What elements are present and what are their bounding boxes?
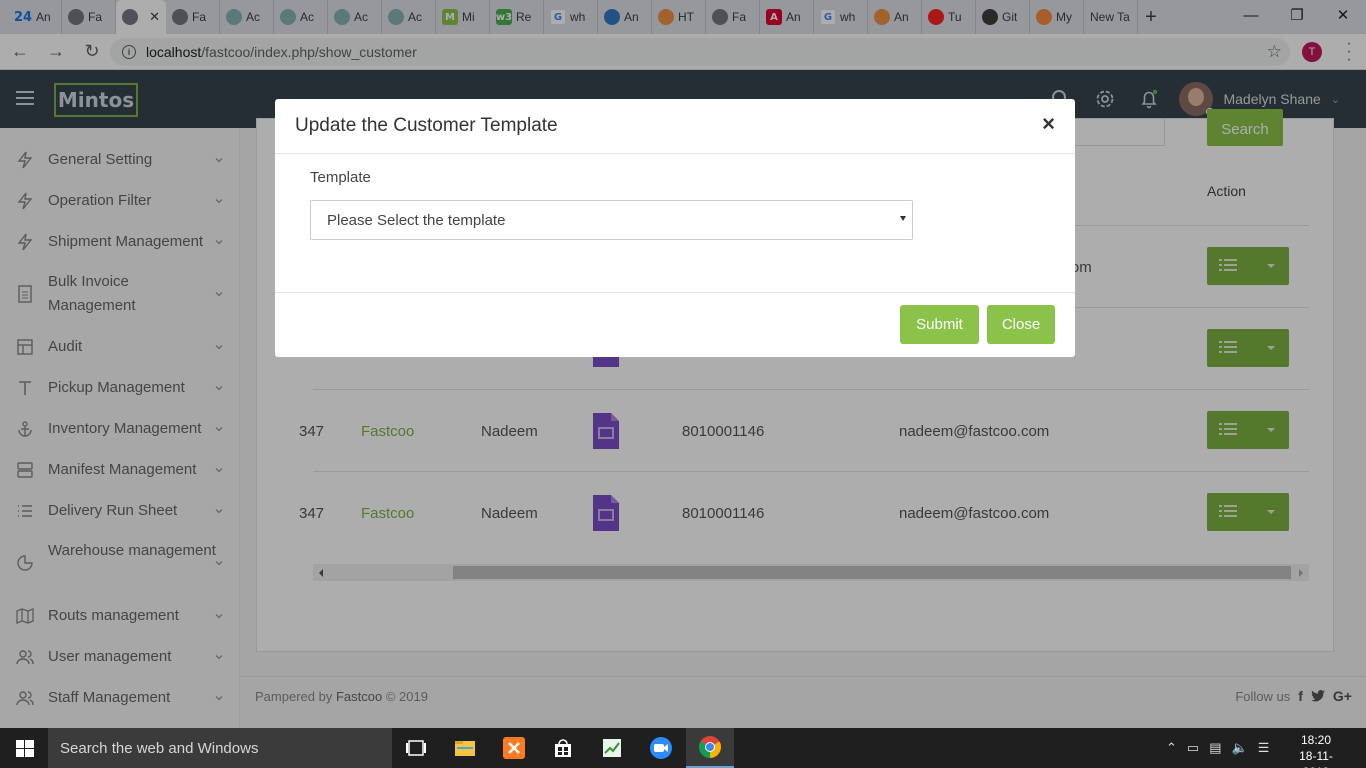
submit-button[interactable]: Submit bbox=[900, 305, 979, 344]
template-select[interactable]: Please Select the template bbox=[310, 200, 913, 240]
clock-time: 18:20 bbox=[1300, 733, 1332, 747]
xampp-icon[interactable] bbox=[490, 728, 538, 768]
windows-taskbar: Search the web and Windows ⌃ ▭ ▤ 🔈 ☰ 18:… bbox=[0, 728, 1366, 768]
network-icon[interactable]: ▤ bbox=[1209, 740, 1221, 756]
clock-date: 18-11-2019 bbox=[1299, 749, 1333, 768]
file-explorer-icon[interactable] bbox=[441, 728, 489, 768]
modal-header-divider bbox=[275, 153, 1075, 154]
template-select-value: Please Select the template bbox=[327, 211, 506, 229]
windows-start-icon[interactable] bbox=[16, 740, 34, 757]
modal-close-icon[interactable]: × bbox=[1042, 113, 1055, 135]
modal-title: Update the Customer Template bbox=[295, 115, 558, 136]
update-template-modal: Update the Customer Template × Template … bbox=[275, 99, 1075, 357]
store-icon[interactable] bbox=[539, 728, 587, 768]
close-button[interactable]: Close bbox=[987, 305, 1055, 344]
action-center-icon[interactable]: ☰ bbox=[1258, 740, 1270, 756]
select-arrow-icon bbox=[900, 216, 906, 221]
volume-icon[interactable]: 🔈 bbox=[1232, 740, 1248, 756]
chrome-icon[interactable] bbox=[686, 728, 734, 768]
system-clock[interactable]: 18:20 18-11-2019 bbox=[1286, 732, 1346, 768]
task-view-icon[interactable] bbox=[392, 728, 440, 768]
modal-footer-divider bbox=[275, 292, 1075, 293]
chevron-up-icon[interactable]: ⌃ bbox=[1166, 740, 1177, 756]
taskbar-search-input[interactable]: Search the web and Windows bbox=[48, 728, 392, 768]
battery-icon[interactable]: ▭ bbox=[1187, 740, 1199, 756]
zoom-icon[interactable] bbox=[637, 728, 685, 768]
chart-app-icon[interactable] bbox=[588, 728, 636, 768]
system-tray: ⌃ ▭ ▤ 🔈 ☰ bbox=[1166, 728, 1269, 768]
template-label: Template bbox=[310, 169, 371, 186]
